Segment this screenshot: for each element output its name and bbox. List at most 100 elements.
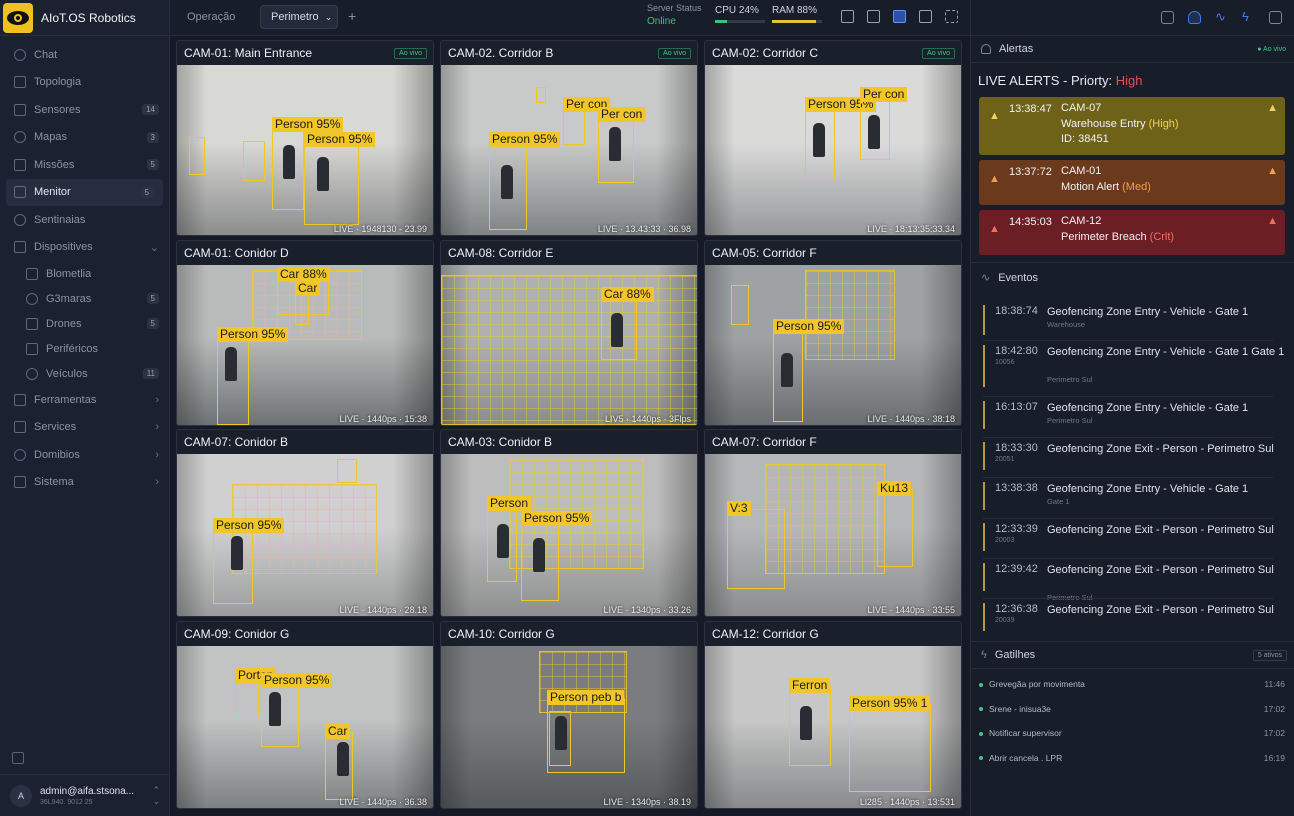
layout-single-icon[interactable] bbox=[841, 10, 854, 23]
detection-box[interactable] bbox=[877, 489, 913, 567]
alert-card[interactable]: ▲ 13:38:47 ▲ CAM-07 Warehouse Entry (High) ID… bbox=[979, 97, 1285, 155]
detection-box[interactable] bbox=[549, 711, 571, 766]
sidebar-item-ferramentas[interactable]: Ferramentas › bbox=[0, 386, 169, 414]
trigger-item[interactable]: Abrir cancela . LPR 16:19 bbox=[979, 753, 1285, 763]
tab-operacao[interactable]: Operação bbox=[177, 5, 245, 29]
camera-feed[interactable]: Portan Person 95% Car LIVE · 1440ps · 36.38 bbox=[177, 646, 433, 808]
camera-tile[interactable]: CAM-07: Corridor F V:3 Ku13 LIVE · 1440ps ·… bbox=[704, 429, 962, 617]
camera-tile[interactable]: CAM-05: Corridor F Person 95% LIVE · 1440p… bbox=[704, 240, 962, 426]
trigger-item[interactable]: Grevegãa por movimenta 11:46 bbox=[979, 679, 1285, 689]
detection-box[interactable] bbox=[213, 526, 253, 604]
detection-box[interactable] bbox=[489, 140, 527, 230]
layout-grid4-icon[interactable] bbox=[867, 10, 880, 23]
camera-tile[interactable]: CAM-01: Conidor D Person 95% Car 88% Car LIV… bbox=[176, 240, 434, 426]
camera-feed[interactable]: Person 95% LIVE · 1440ps · 38:18 bbox=[705, 265, 961, 425]
event-item[interactable]: 12:33:39 20003 Geofencing Zone Exit - Pers… bbox=[983, 523, 1285, 551]
detection-box[interactable] bbox=[601, 295, 637, 360]
camera-feed[interactable]: Person 95% Person 95% LIVE · 1948130 - 23.… bbox=[177, 65, 433, 235]
sidebar-item-drones[interactable]: Drones 5 bbox=[0, 311, 169, 336]
camera-feed[interactable]: Person 95% Per con LIVE · 18:13:35:33.34 bbox=[705, 65, 961, 235]
camera-feed[interactable]: Person 95% Per con Per con LIVE · 13.43:33 … bbox=[441, 65, 697, 235]
sidebar-item-menitor[interactable]: Menitor 5 bbox=[6, 178, 163, 206]
camera-tile[interactable]: CAM-07: Conidor B Person 95% LIVE · 1440ps… bbox=[176, 429, 434, 617]
add-tab-button[interactable]: + bbox=[348, 8, 356, 24]
sidebar-item-topologia[interactable]: Topologia bbox=[0, 69, 169, 97]
alert-card[interactable]: ▲ 14:35:03 ▲ CAM-12 Perimeter Breach (Crlt) bbox=[979, 210, 1285, 255]
event-item[interactable]: 18:38:74 Geofencing Zone Entry - Vehicle … bbox=[983, 305, 1285, 335]
sidebar-item-sensores[interactable]: Sensores 14 bbox=[0, 96, 169, 124]
image-icon[interactable] bbox=[1269, 11, 1282, 24]
detection-box[interactable] bbox=[261, 681, 299, 747]
sidebar-item-label: Missões bbox=[34, 158, 75, 171]
user-menu[interactable]: A admin@aifa.stsona... 36L940. 9012 25 ⌃… bbox=[0, 774, 170, 816]
detection-box[interactable] bbox=[805, 105, 835, 180]
sidebar-item-ve-culos[interactable]: Veículos 11 bbox=[0, 361, 169, 386]
camera-tile[interactable]: CAM-02. Corridor B Ao vivo Person 95% Per c… bbox=[440, 40, 698, 236]
camera-tile[interactable]: CAM-09: Conidor G Portan Person 95% Car LIVE… bbox=[176, 621, 434, 809]
camera-tile[interactable]: CAM-08: Corridor E Car 88% LIV5 · 1440ps ·… bbox=[440, 240, 698, 426]
alert-card[interactable]: ▲ 13:37:72 ▲ CAM-01 Motion Alert (Med) bbox=[979, 160, 1285, 205]
chevron-updown-icon[interactable]: ⌃ ⌄ bbox=[152, 785, 160, 807]
sidebar-item-sistema[interactable]: Sistema › bbox=[0, 469, 169, 497]
sidebar-item-sentinaias[interactable]: Sentinaias bbox=[0, 206, 169, 234]
event-item[interactable]: 12:36:38 20039 Geofencing Zone Exit - Pers… bbox=[983, 603, 1285, 631]
camera-tile[interactable]: CAM-10: Corridor G Person peb b LIVE · 134… bbox=[440, 621, 698, 809]
camera-tile[interactable]: CAM-02: Corridor C Ao vivo Person 95% Per c… bbox=[704, 40, 962, 236]
trigger-item[interactable]: Notificar supervisor 17:02 bbox=[979, 728, 1285, 738]
layout-grid9-icon[interactable] bbox=[919, 10, 932, 23]
detection-box[interactable] bbox=[243, 141, 265, 181]
detection-box[interactable] bbox=[598, 115, 634, 183]
sidebar-item-perif-ricos[interactable]: Periféricos bbox=[0, 336, 169, 361]
tab-perimetro[interactable]: Perimetro ⌄ bbox=[260, 5, 338, 29]
trigger-item[interactable]: Srene - inisua3e 17:02 bbox=[979, 704, 1285, 714]
expand-icon[interactable] bbox=[1161, 11, 1174, 24]
detection-box[interactable] bbox=[731, 285, 749, 325]
event-item[interactable]: 18:42:80 10056 Geofencing Zone Entry - Veh… bbox=[983, 345, 1285, 387]
camera-feed[interactable]: Person 95% Car 88% Car LIVE · 1440ps · 15:3… bbox=[177, 265, 433, 425]
camera-tile[interactable]: CAM-12: Corridor G Ferron Person 95% 1 Ll28… bbox=[704, 621, 962, 809]
camera-tile[interactable]: CAM-01: Main Entrance Ao vivo Person 95% Pe… bbox=[176, 40, 434, 236]
camera-feed[interactable]: Car 88% LIV5 · 1440ps · 3Flps bbox=[441, 265, 697, 425]
activity-icon[interactable]: ∿ bbox=[1215, 9, 1228, 24]
event-item[interactable]: 18:33:30 20051 Geofencing Zone Exit - Pers… bbox=[983, 442, 1285, 470]
sidebar-item-dispositives[interactable]: Dispositives ⌄ bbox=[0, 234, 169, 262]
detection-box[interactable] bbox=[189, 137, 205, 175]
sidebar-item-mapas[interactable]: Mapas 3 bbox=[0, 124, 169, 152]
camera-tile[interactable]: CAM-03: Conidor B Person Person 95% LIVE · … bbox=[440, 429, 698, 617]
detection-box[interactable] bbox=[325, 732, 353, 800]
event-item[interactable]: 13:38:38 Geofencing Zone Entry - Vehicle … bbox=[983, 482, 1285, 510]
event-item[interactable]: 16:13:07 Geofencing Zone Entry - Vehicle … bbox=[983, 401, 1285, 429]
detection-box[interactable] bbox=[536, 87, 546, 103]
detection-box[interactable] bbox=[521, 519, 559, 601]
sidebar-item-miss-es[interactable]: Missões 5 bbox=[0, 151, 169, 179]
bell-icon[interactable] bbox=[1188, 11, 1201, 24]
camera-feed[interactable]: V:3 Ku13 LIVE · 1440ps · 33:55 bbox=[705, 454, 961, 616]
sidebar-item-g3maras[interactable]: G3maras 5 bbox=[0, 286, 169, 311]
layout-grid12-icon[interactable] bbox=[893, 10, 906, 23]
sidebar-item-blometlia[interactable]: Blometlia bbox=[0, 261, 169, 286]
detection-box[interactable] bbox=[727, 509, 785, 589]
detection-box[interactable] bbox=[789, 686, 831, 766]
event-item[interactable]: 12:39:42 Geofencing Zone Exit - Person - … bbox=[983, 563, 1285, 602]
detection-box[interactable] bbox=[337, 459, 357, 483]
camera-feed[interactable]: Ferron Person 95% 1 Ll285 · 1440ps · 13:53… bbox=[705, 646, 961, 808]
camera-feed[interactable]: Person peb b LIVE · 1340ps · 38.19 bbox=[441, 646, 697, 808]
detection-box[interactable] bbox=[860, 95, 890, 160]
sidebar-collapse-icon[interactable] bbox=[12, 752, 24, 764]
fullscreen-icon[interactable] bbox=[945, 10, 958, 23]
detection-box[interactable] bbox=[272, 125, 304, 210]
detection-box[interactable] bbox=[217, 335, 249, 425]
camera-feed[interactable]: Person 95% LIVE · 1440ps · 28.18 bbox=[177, 454, 433, 616]
detection-box[interactable] bbox=[487, 504, 517, 582]
sidebar-item-chat[interactable]: Chat bbox=[0, 41, 169, 69]
sidebar-item-services[interactable]: Services › bbox=[0, 414, 169, 442]
pulse-icon[interactable]: ϟ bbox=[1242, 9, 1255, 24]
detection-label: Person 95% bbox=[521, 511, 593, 526]
logo-eye-icon[interactable] bbox=[3, 2, 33, 33]
sidebar-item-domibios[interactable]: Domibios › bbox=[0, 441, 169, 469]
detection-box[interactable] bbox=[849, 704, 931, 792]
camera-feed[interactable]: Person Person 95% LIVE · 1340ps · 33.26 bbox=[441, 454, 697, 616]
detection-label: Ku13 bbox=[877, 481, 912, 496]
detection-box[interactable] bbox=[773, 327, 803, 422]
detection-box[interactable] bbox=[304, 140, 359, 225]
